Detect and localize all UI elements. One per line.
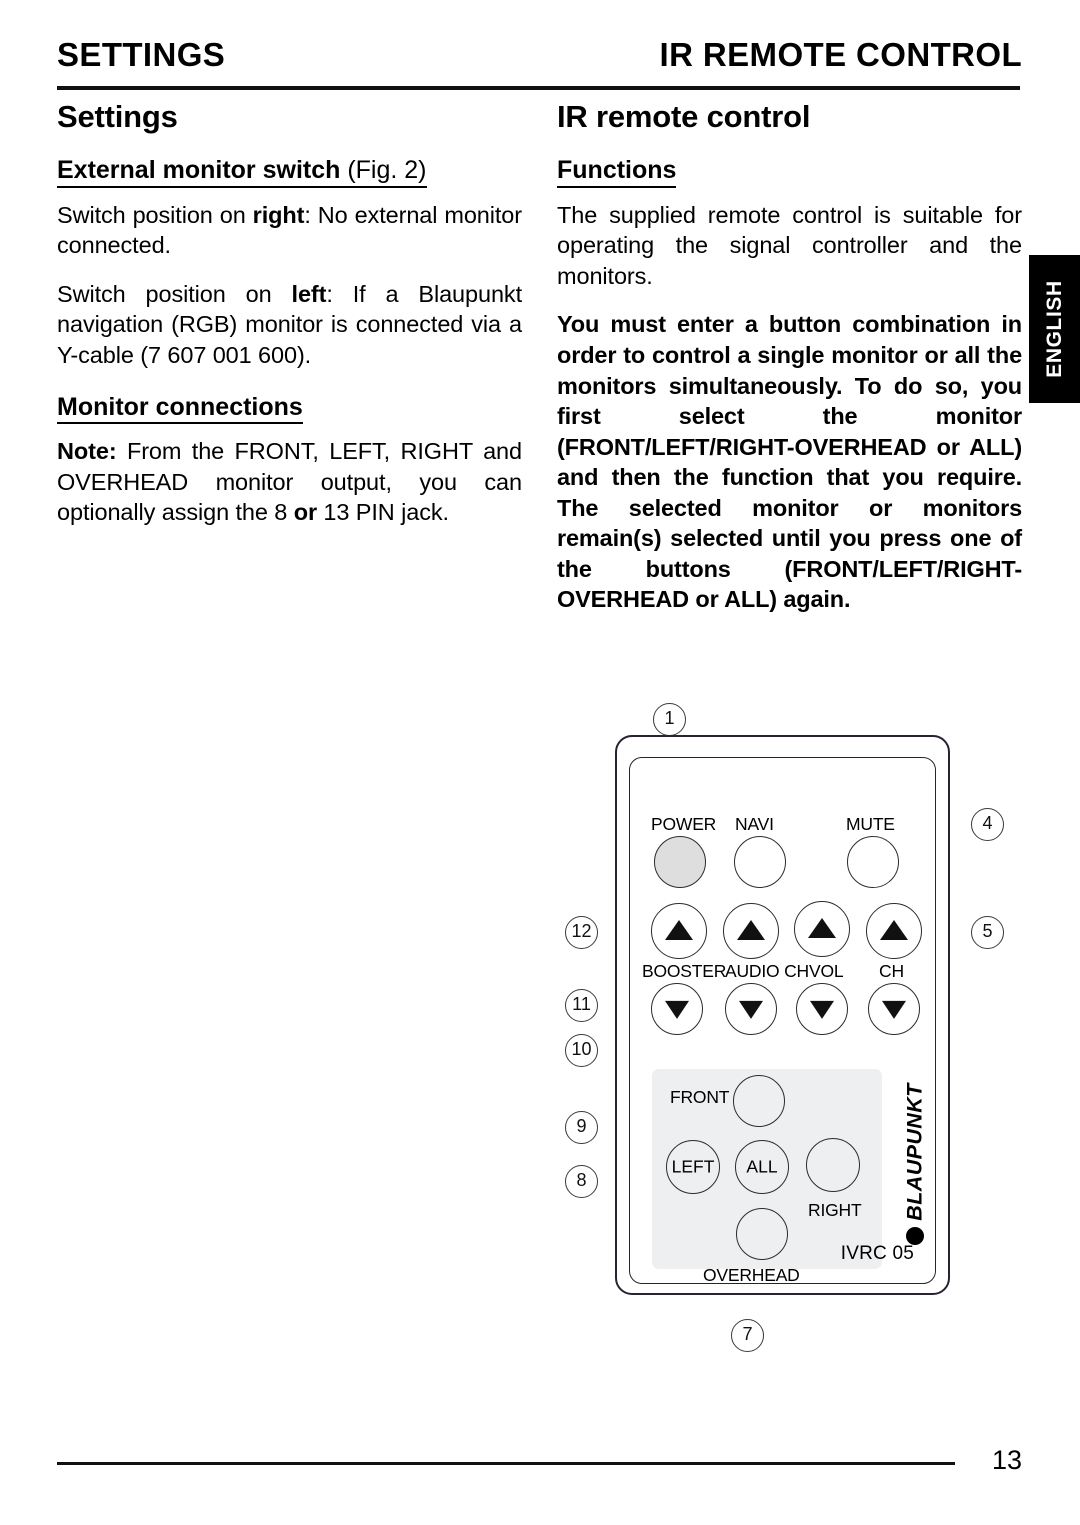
- section-heading-monitor-connections: Monitor connections: [57, 393, 303, 425]
- booster-down-button[interactable]: [651, 983, 703, 1035]
- front-button[interactable]: [733, 1075, 785, 1127]
- paragraph-button-combination: You must enter a button combination in o…: [557, 311, 1022, 613]
- paragraph-functions-intro: The supplied remote control is suitable …: [557, 201, 1022, 289]
- left-button-label: LEFT: [671, 1156, 715, 1177]
- header-rule: [57, 86, 1020, 90]
- right-button-label: RIGHT: [808, 1200, 862, 1220]
- triangle-up-icon: [665, 920, 693, 940]
- page-number: 13: [991, 1445, 1022, 1475]
- callout-7: 7: [731, 1319, 764, 1352]
- mute-button[interactable]: [847, 836, 899, 888]
- paragraph-switch-left: Switch position on left: If a Blaupunkt …: [57, 280, 523, 369]
- language-tab-english: ENGLISH: [1029, 255, 1080, 403]
- document-page: SETTINGS IR REMOTE CONTROL ENGLISH Setti…: [0, 0, 1080, 1525]
- page-title-ir-remote-control: IR remote control: [557, 99, 811, 134]
- booster-label: BOOSTER: [642, 961, 727, 981]
- triangle-down-icon: [665, 1000, 689, 1019]
- section-heading-external-monitor-switch: External monitor switch (Fig. 2): [57, 156, 427, 188]
- triangle-up-icon: [880, 920, 908, 940]
- power-button-label: POWER: [651, 814, 717, 834]
- audio-ch-label: AUDIO CH: [725, 961, 809, 981]
- ch-up-button[interactable]: [866, 903, 922, 959]
- blaupunkt-wordmark: BLAUPUNKT: [902, 1083, 927, 1221]
- running-head-left: SETTINGS: [57, 36, 226, 73]
- left-button[interactable]: LEFT: [666, 1140, 720, 1194]
- callout-12: 12: [565, 916, 598, 949]
- remote-faceplate: POWER NAVI MUTE BOOSTER AUDIO CH VOL CH …: [629, 757, 936, 1284]
- all-button-label: ALL: [746, 1156, 778, 1177]
- remote-body: POWER NAVI MUTE BOOSTER AUDIO CH VOL CH …: [615, 735, 950, 1295]
- right-button[interactable]: [806, 1138, 860, 1192]
- triangle-up-icon: [808, 918, 836, 938]
- heading-bold-part: Monitor connections: [57, 392, 303, 421]
- callout-1: 1: [653, 703, 686, 736]
- paragraph-monitor-connections-note: Note: From the FRONT, LEFT, RIGHT and OV…: [57, 438, 522, 526]
- navi-button[interactable]: [734, 836, 786, 888]
- figure-ir-remote-control: 1 4 5 12 11 10 9 8 7 POWER NAVI MUTE BOO…: [556, 690, 1026, 1370]
- callout-8: 8: [565, 1165, 598, 1198]
- all-button[interactable]: ALL: [735, 1140, 789, 1194]
- page-title-settings: Settings: [57, 99, 178, 134]
- remote-model-label: IVRC 05: [840, 1243, 914, 1264]
- language-tab-label: ENGLISH: [1042, 280, 1066, 378]
- ch-label: CH: [879, 961, 904, 981]
- right-column: IR remote control Functions The supplied…: [557, 99, 1022, 615]
- section-heading-functions: Functions: [557, 156, 677, 188]
- triangle-up-icon: [737, 920, 765, 940]
- power-button[interactable]: [654, 836, 706, 888]
- audio-ch-down-button[interactable]: [725, 983, 777, 1035]
- vol-label: VOL: [809, 961, 844, 981]
- navi-button-label: NAVI: [735, 814, 774, 834]
- vol-down-button[interactable]: [796, 983, 848, 1035]
- blaupunkt-logo: BLAUPUNKT: [898, 1074, 932, 1249]
- vol-up-button[interactable]: [794, 901, 850, 957]
- triangle-down-icon: [882, 1000, 906, 1019]
- triangle-down-icon: [739, 1000, 763, 1019]
- left-column: Settings External monitor switch (Fig. 2…: [57, 99, 523, 546]
- triangle-down-icon: [810, 1000, 834, 1019]
- booster-up-button[interactable]: [651, 903, 707, 959]
- ch-down-button[interactable]: [868, 983, 920, 1035]
- front-button-label: FRONT: [670, 1087, 730, 1107]
- callout-10: 10: [565, 1034, 598, 1067]
- overhead-button-label: OVERHEAD: [703, 1265, 800, 1285]
- callout-4: 4: [971, 808, 1004, 841]
- paragraph-switch-right: Switch position on right: No external mo…: [57, 201, 522, 259]
- callout-9: 9: [565, 1111, 598, 1144]
- mute-button-label: MUTE: [846, 814, 895, 834]
- audio-ch-up-button[interactable]: [723, 903, 779, 959]
- running-head-right: IR REMOTE CONTROL: [659, 36, 1022, 73]
- callout-5: 5: [971, 916, 1004, 949]
- overhead-button[interactable]: [736, 1208, 788, 1260]
- footer-rule: [57, 1462, 955, 1465]
- callout-11: 11: [565, 989, 598, 1022]
- heading-bold-part: External monitor switch: [57, 156, 341, 185]
- heading-light-part: (Fig. 2): [340, 156, 427, 185]
